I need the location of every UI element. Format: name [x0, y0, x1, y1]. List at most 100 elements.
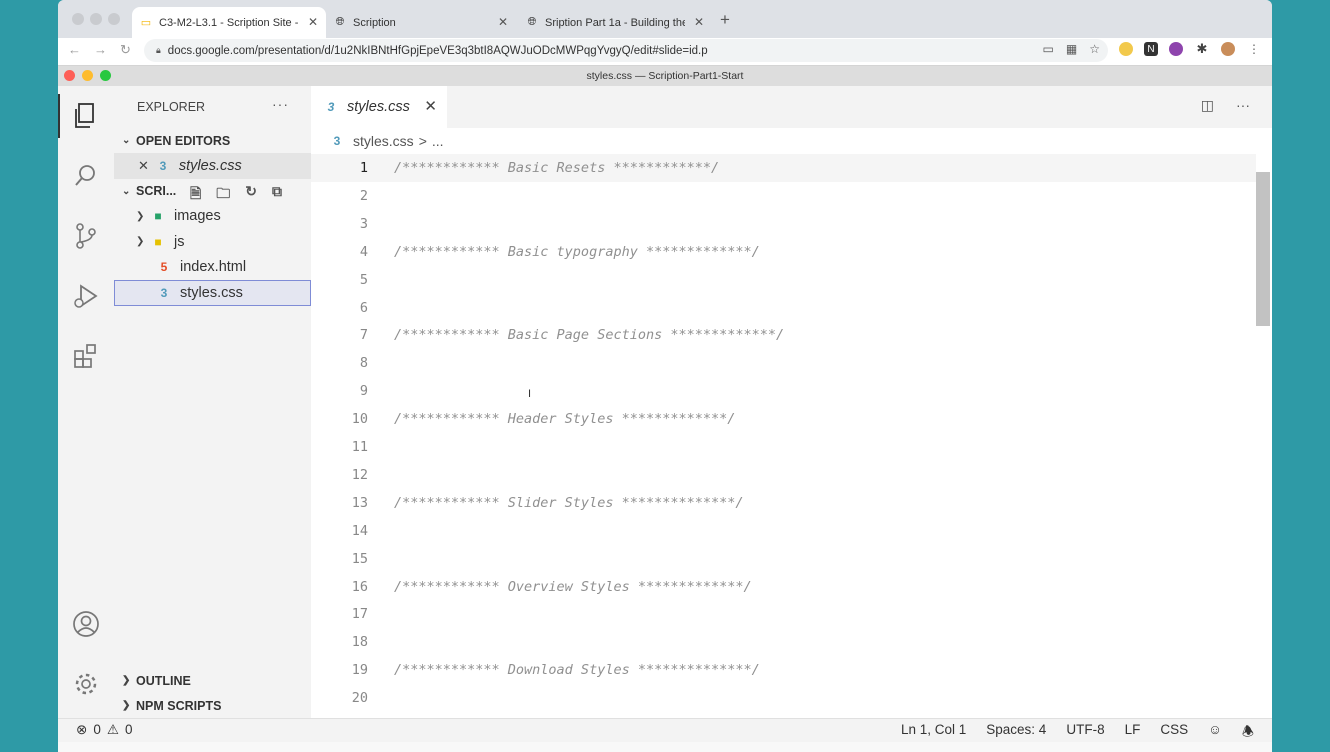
warning-count: 0 [124, 722, 133, 737]
browser-tab-title: Sription Part 1a - Building the [545, 16, 685, 29]
folder-section[interactable]: ⌄ SCRI... 🗎︎ 🗀︎ ↻ ⧉ [114, 179, 311, 204]
cast-icon[interactable]: ▭ [1043, 42, 1054, 56]
code-line[interactable]: 14 [311, 517, 1256, 545]
chevron-right-icon: ❯ [136, 210, 145, 222]
new-tab-button[interactable]: + [720, 10, 730, 30]
extensions-icon[interactable] [70, 340, 102, 372]
line-number: 5 [359, 271, 368, 288]
tree-item-index-html[interactable]: 5 index.html [114, 255, 311, 281]
explorer-icon[interactable] [58, 94, 102, 138]
avatar[interactable] [1221, 42, 1235, 56]
code-line[interactable]: 6 [311, 294, 1256, 322]
css-file-icon: 3 [327, 100, 335, 114]
code-line[interactable]: 13 /************ Slider Styles **********… [311, 489, 1256, 517]
browser-tab-scription[interactable]: 🌐︎ Scription ✕ [326, 7, 516, 38]
code-text: /************ Download Styles **********… [394, 662, 760, 679]
line-number: 2 [359, 187, 368, 204]
css-file-icon: 3 [159, 158, 167, 173]
reload-icon[interactable]: ↻ [120, 42, 131, 58]
search-icon[interactable] [70, 160, 102, 192]
explorer-title: EXPLORER [137, 100, 206, 114]
browser-tab-slides[interactable]: ▭ C3-M2-L3.1 - Scription Site - F ✕ [132, 7, 326, 38]
code-text: /************ Basic Resets ************/ [394, 160, 720, 176]
qr-icon[interactable]: ▦ [1066, 42, 1077, 56]
explorer-sidebar: EXPLORER ··· ⌄ OPEN EDITORS ✕ 3 styles.c… [114, 86, 311, 718]
open-editors-label: OPEN EDITORS [136, 133, 231, 148]
npm-scripts-label: NPM SCRIPTS [136, 698, 222, 713]
tree-item-styles-css[interactable]: 3 styles.css [114, 280, 311, 306]
code-line[interactable]: 10 /************ Header Styles **********… [311, 405, 1256, 433]
notion-extension-icon[interactable]: N [1144, 42, 1158, 56]
window-close-dot[interactable] [64, 70, 75, 81]
code-line[interactable]: 17 [311, 600, 1256, 628]
outline-section[interactable]: ❯ OUTLINE [114, 668, 311, 693]
code-line[interactable]: 9 [311, 377, 1256, 405]
tree-item-label: js [174, 233, 185, 250]
extension-icon[interactable] [1119, 42, 1133, 56]
browser-menu-icon[interactable]: ⋮ [1247, 42, 1261, 56]
chevron-right-icon: ❯ [122, 700, 131, 711]
breadcrumb-symbols[interactable]: ... [432, 133, 444, 149]
split-editor-icon[interactable]: ◫ [1201, 97, 1214, 114]
forward-icon[interactable]: → [94, 42, 107, 57]
chevron-right-icon: ❯ [122, 675, 131, 686]
problems-indicator[interactable]: ⊗ 0 ⚠︎ 0 [76, 722, 132, 738]
code-line[interactable]: 5 [311, 266, 1256, 294]
code-line[interactable]: 18 [311, 628, 1256, 656]
tree-item-label: index.html [180, 259, 247, 276]
breadcrumb-separator: > [418, 133, 427, 149]
code-editor[interactable]: 1 /************ Basic Resets ************… [311, 154, 1272, 714]
close-icon[interactable]: ✕ [694, 15, 704, 29]
tree-item-label: images [174, 208, 221, 225]
window-zoom-dot[interactable] [100, 70, 111, 81]
browser-tab-title: C3-M2-L3.1 - Scription Site - F [159, 16, 299, 29]
editor-tab-styles-css[interactable]: 3 styles.css ✕ [311, 86, 447, 128]
more-actions-icon[interactable]: ··· [1236, 97, 1250, 114]
code-line[interactable]: 2 [311, 182, 1256, 210]
window-minimize-dot[interactable] [82, 70, 93, 81]
browser-zoom-dot[interactable] [108, 13, 120, 25]
url-text: docs.google.com/presentation/d/1u2NkIBNt… [167, 44, 708, 57]
code-line[interactable]: 19 /************ Download Styles ********… [311, 656, 1256, 684]
browser-minimize-dot[interactable] [90, 13, 102, 25]
code-line[interactable]: 3 [311, 210, 1256, 238]
back-icon[interactable]: ← [68, 42, 81, 57]
code-line[interactable]: 7 /************ Basic Page Sections *****… [311, 321, 1256, 349]
chevron-right-icon: ❯ [136, 236, 145, 248]
code-line[interactable]: 12 [311, 461, 1256, 489]
code-line[interactable]: 8 [311, 349, 1256, 377]
close-icon[interactable]: ✕ [138, 158, 149, 174]
tree-item-js[interactable]: ❯ ■ js [114, 229, 311, 255]
line-number: 7 [359, 327, 368, 344]
address-bar[interactable]: 🔒︎ docs.google.com/presentation/d/1u2NkI… [144, 39, 1108, 62]
breadcrumb-file[interactable]: styles.css [353, 133, 414, 149]
close-icon[interactable]: ✕ [424, 97, 437, 115]
browser-tab-part1a[interactable]: 🌐︎ Sription Part 1a - Building the ✕ [518, 7, 712, 38]
browser-close-dot[interactable] [72, 13, 84, 25]
tree-item-images[interactable]: ❯ ■ images [114, 204, 311, 230]
more-actions-icon[interactable]: ··· [272, 96, 289, 112]
accounts-icon[interactable] [70, 608, 102, 640]
color-extension-icon[interactable] [1169, 42, 1183, 56]
code-line[interactable]: 4 /************ Basic typography ********… [311, 238, 1256, 266]
line-number: 9 [359, 383, 368, 400]
editor-scrollbar[interactable] [1256, 172, 1270, 326]
code-line[interactable]: 11 [311, 433, 1256, 461]
code-line[interactable]: 20 [311, 684, 1256, 712]
code-line[interactable]: 15 [311, 545, 1256, 573]
line-number: 19 [351, 662, 368, 679]
code-line[interactable]: 1 /************ Basic Resets ************… [311, 154, 1256, 182]
close-icon[interactable]: ✕ [308, 15, 318, 29]
activity-bar [58, 86, 114, 718]
puzzle-icon[interactable]: ✱ [1195, 41, 1209, 56]
npm-scripts-section[interactable]: ❯ NPM SCRIPTS [114, 693, 311, 718]
bookmark-star-icon[interactable]: ☆ [1089, 42, 1100, 56]
close-icon[interactable]: ✕ [498, 15, 508, 29]
open-editor-item[interactable]: ✕ 3 styles.css [114, 153, 311, 179]
run-debug-icon[interactable] [70, 280, 102, 312]
line-number: 8 [359, 355, 368, 372]
source-control-icon[interactable] [70, 220, 102, 252]
gear-icon[interactable] [70, 668, 102, 700]
open-editors-section[interactable]: ⌄ OPEN EDITORS [114, 128, 311, 153]
code-line[interactable]: 16 /************ Overview Styles ********… [311, 573, 1256, 601]
